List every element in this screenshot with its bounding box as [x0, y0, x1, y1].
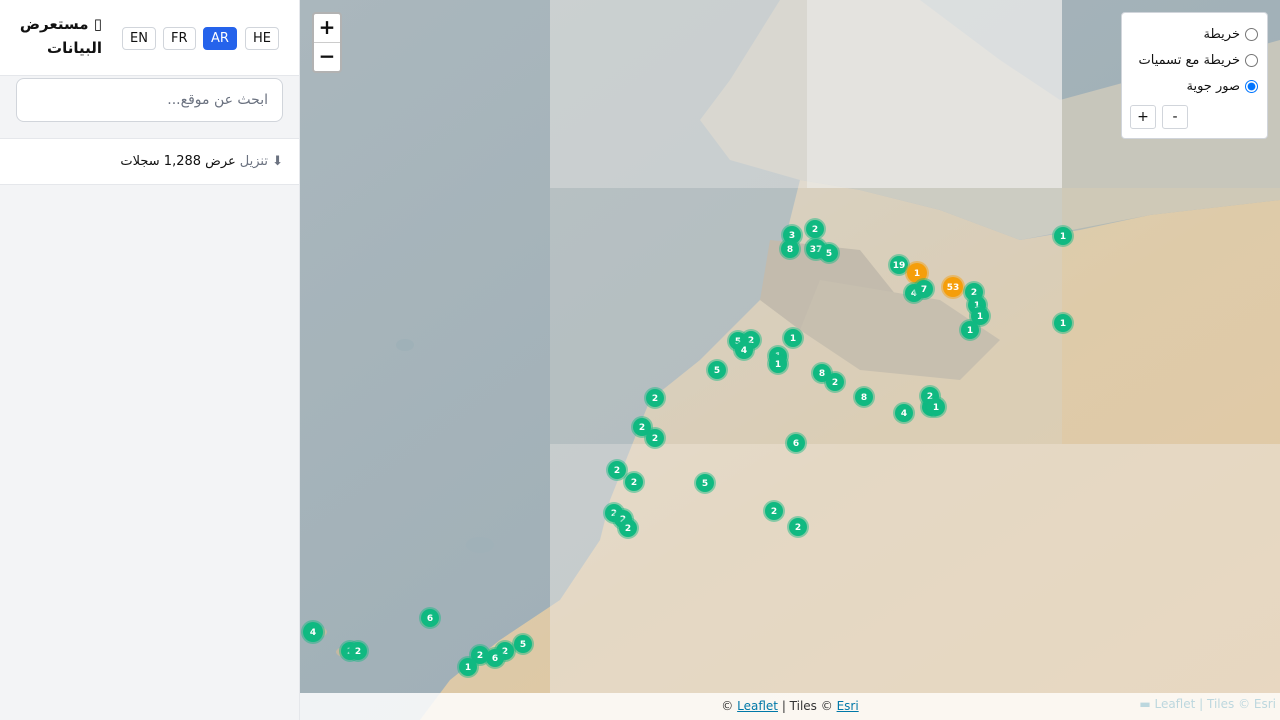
cluster-count: 53 [947, 283, 960, 293]
cluster-marker[interactable]: 7 [913, 278, 935, 300]
panel-zoom-buttons: + - [1130, 105, 1188, 129]
cluster-marker[interactable]: 1 [1052, 225, 1074, 247]
cluster-count: 6 [793, 439, 799, 449]
cluster-count: 2 [652, 434, 658, 444]
cluster-marker[interactable]: 2 [617, 517, 639, 539]
attribution-ghost: ▬ Leaflet | Tiles © Esri [1139, 697, 1276, 711]
cluster-count: 2 [614, 466, 620, 476]
leaflet-link[interactable]: Leaflet [737, 699, 778, 713]
cluster-count: 4 [310, 628, 316, 638]
sidebar: ▯ مستعرض البيانات EN FR AR HE ⬇ تنزيل عر… [0, 0, 300, 720]
cluster-marker[interactable]: 2 [824, 371, 846, 393]
cluster-marker[interactable]: 4 [733, 339, 755, 361]
cluster-count: 4 [741, 346, 747, 356]
cluster-count: 8 [819, 369, 825, 379]
cluster-marker[interactable]: 6 [419, 607, 441, 629]
cluster-count: 8 [787, 245, 793, 255]
cluster-count: 1 [790, 334, 796, 344]
cluster-count: 8 [861, 393, 867, 403]
cluster-count: 19 [893, 261, 906, 271]
cluster-count: 1 [933, 403, 939, 413]
cluster-count: 1 [1060, 319, 1066, 329]
esri-link[interactable]: Esri [837, 699, 859, 713]
cluster-marker[interactable]: 1 [782, 327, 804, 349]
cluster-count: 5 [714, 366, 720, 376]
cluster-marker[interactable]: 6 [785, 432, 807, 454]
lang-button-he[interactable]: HE [245, 27, 279, 50]
layer-option-satellite[interactable]: صور جوية [1131, 73, 1258, 99]
cluster-count: 2 [631, 478, 637, 488]
record-count: عرض 1,288 سجلات [120, 154, 236, 169]
cluster-count: 2 [771, 507, 777, 517]
layer-option-map[interactable]: خريطة [1131, 21, 1258, 47]
layer-radio-map-labels[interactable] [1245, 53, 1258, 67]
cluster-marker[interactable]: 5 [818, 242, 840, 264]
cluster-count: 6 [492, 654, 498, 664]
cluster-marker[interactable]: 2 [644, 387, 666, 409]
cluster-count: 2 [832, 378, 838, 388]
zoom-control: + − [312, 12, 342, 73]
cluster-count: 4 [901, 409, 907, 419]
cluster-count: 1 [1060, 232, 1066, 242]
map-attribution: © Leaflet | Tiles © Esri ▬ Leaflet | Til… [300, 693, 1280, 720]
map-icon: ▯ [93, 15, 102, 33]
cluster-count: 1 [914, 269, 920, 279]
layer-option-map-labels[interactable]: خريطة مع تسميات [1131, 47, 1258, 73]
cluster-marker[interactable]: 5 [694, 472, 716, 494]
cluster-marker[interactable]: 4 [893, 402, 915, 424]
layer-radio-satellite[interactable] [1245, 79, 1258, 93]
cluster-count: 2 [639, 423, 645, 433]
cluster-marker[interactable]: 1 [457, 656, 479, 678]
zoom-out-button[interactable]: − [314, 42, 340, 70]
stats-bar: ⬇ تنزيل عرض 1,288 سجلات [0, 138, 299, 185]
cluster-count: 2 [625, 524, 631, 534]
panel-minus-button[interactable]: - [1162, 105, 1188, 129]
cluster-marker[interactable]: 1 [1052, 312, 1074, 334]
download-link[interactable]: ⬇ تنزيل [240, 154, 283, 169]
cluster-marker[interactable]: 2 [787, 516, 809, 538]
cluster-marker[interactable]: 8 [853, 386, 875, 408]
map[interactable]: 2383751914753211111152411158282142226225… [300, 0, 1280, 720]
panel-plus-button[interactable]: + [1130, 105, 1156, 129]
cluster-count: 5 [520, 640, 526, 650]
cluster-marker[interactable]: 8 [779, 238, 801, 260]
cluster-marker[interactable]: 2 [763, 500, 785, 522]
cluster-count: 1 [967, 326, 973, 336]
cluster-count: 1 [775, 360, 781, 370]
cluster-count: 2 [355, 647, 361, 657]
layer-switcher: خريطة خريطة مع تسميات صور جوية + - [1121, 12, 1268, 139]
cluster-marker[interactable]: 4 [301, 620, 325, 644]
lang-button-ar[interactable]: AR [203, 27, 237, 50]
search-input[interactable] [16, 78, 283, 122]
cluster-marker[interactable]: 2 [347, 640, 369, 662]
zoom-in-button[interactable]: + [314, 14, 340, 42]
app-title: ▯ مستعرض البيانات [19, 15, 102, 57]
cluster-marker[interactable]: 2 [623, 471, 645, 493]
cluster-marker[interactable]: 1 [767, 353, 789, 375]
cluster-count: 2 [812, 225, 818, 235]
cluster-marker[interactable]: 2 [804, 218, 826, 240]
cluster-marker[interactable]: 2 [644, 427, 666, 449]
cluster-count: 1 [977, 312, 983, 322]
cluster-count: 2 [652, 394, 658, 404]
cluster-count: 5 [826, 249, 832, 259]
lang-button-fr[interactable]: FR [163, 27, 196, 50]
cluster-count: 2 [795, 523, 801, 533]
cluster-marker[interactable]: 5 [706, 359, 728, 381]
cluster-count: 6 [427, 614, 433, 624]
layer-radio-map[interactable] [1245, 27, 1258, 41]
cluster-count: 2 [477, 651, 483, 661]
lang-button-en[interactable]: EN [122, 27, 156, 50]
cluster-marker[interactable]: 1 [959, 319, 981, 341]
cluster-marker[interactable]: 1 [925, 396, 947, 418]
cluster-count: 1 [465, 663, 471, 673]
cluster-marker[interactable]: 53 [941, 275, 965, 299]
cluster-count: 7 [921, 285, 927, 295]
cluster-count: 5 [702, 479, 708, 489]
sidebar-header: ▯ مستعرض البيانات EN FR AR HE [0, 0, 299, 76]
